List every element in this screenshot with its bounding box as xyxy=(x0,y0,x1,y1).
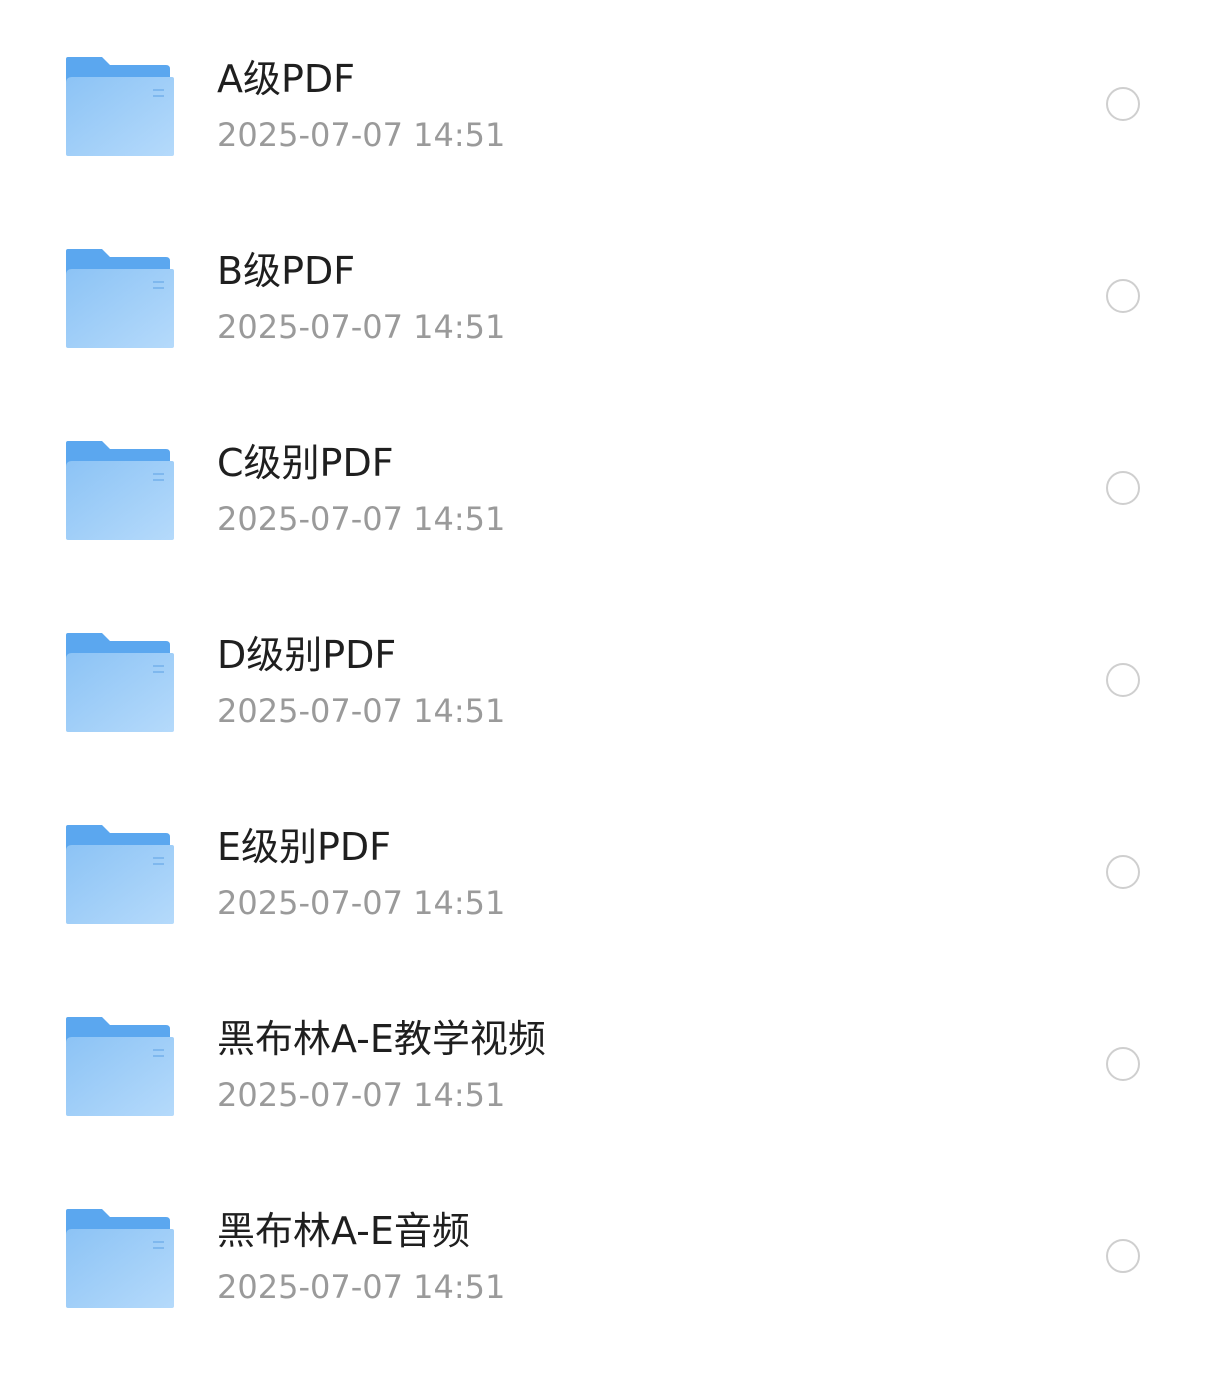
modified-date: 2025-07-07 14:51 xyxy=(217,1076,506,1114)
modified-date: 2025-07-07 14:51 xyxy=(217,884,506,922)
list-item[interactable]: B级PDF 2025-07-07 14:51 xyxy=(0,192,1220,384)
radio-unchecked-icon[interactable] xyxy=(1106,279,1140,313)
folder-name: D级别PDF xyxy=(217,633,397,677)
radio-unchecked-icon[interactable] xyxy=(1106,1239,1140,1273)
radio-unchecked-icon[interactable] xyxy=(1106,87,1140,121)
modified-date: 2025-07-07 14:51 xyxy=(217,1268,506,1306)
folder-icon xyxy=(66,1209,174,1308)
list-item[interactable]: E级别PDF 2025-07-07 14:51 xyxy=(0,768,1220,960)
file-list: A级PDF 2025-07-07 14:51 B级PDF 2025-07-07 … xyxy=(0,0,1220,1387)
list-item[interactable]: A级PDF 2025-07-07 14:51 xyxy=(0,0,1220,192)
modified-date: 2025-07-07 14:51 xyxy=(217,500,506,538)
list-item[interactable]: D级别PDF 2025-07-07 14:51 xyxy=(0,576,1220,768)
list-item[interactable]: 黑布林A-E教学视频 2025-07-07 14:51 xyxy=(0,960,1220,1152)
radio-unchecked-icon[interactable] xyxy=(1106,855,1140,889)
folder-icon xyxy=(66,825,174,924)
folder-icon xyxy=(66,249,174,348)
folder-name: A级PDF xyxy=(217,57,356,101)
modified-date: 2025-07-07 14:51 xyxy=(217,308,506,346)
folder-name: C级别PDF xyxy=(217,441,394,485)
list-item[interactable]: 黑布林A-E音频 2025-07-07 14:51 xyxy=(0,1152,1220,1344)
modified-date: 2025-07-07 14:51 xyxy=(217,692,506,730)
list-item[interactable]: C级别PDF 2025-07-07 14:51 xyxy=(0,384,1220,576)
folder-icon xyxy=(66,633,174,732)
radio-unchecked-icon[interactable] xyxy=(1106,471,1140,505)
radio-unchecked-icon[interactable] xyxy=(1106,1047,1140,1081)
folder-name: 黑布林A-E教学视频 xyxy=(217,1017,546,1061)
folder-name: E级别PDF xyxy=(217,825,392,869)
modified-date: 2025-07-07 14:51 xyxy=(217,116,506,154)
folder-icon xyxy=(66,57,174,156)
radio-unchecked-icon[interactable] xyxy=(1106,663,1140,697)
folder-icon xyxy=(66,1017,174,1116)
folder-name: 黑布林A-E音频 xyxy=(217,1209,470,1253)
folder-name: B级PDF xyxy=(217,249,356,293)
folder-icon xyxy=(66,441,174,540)
